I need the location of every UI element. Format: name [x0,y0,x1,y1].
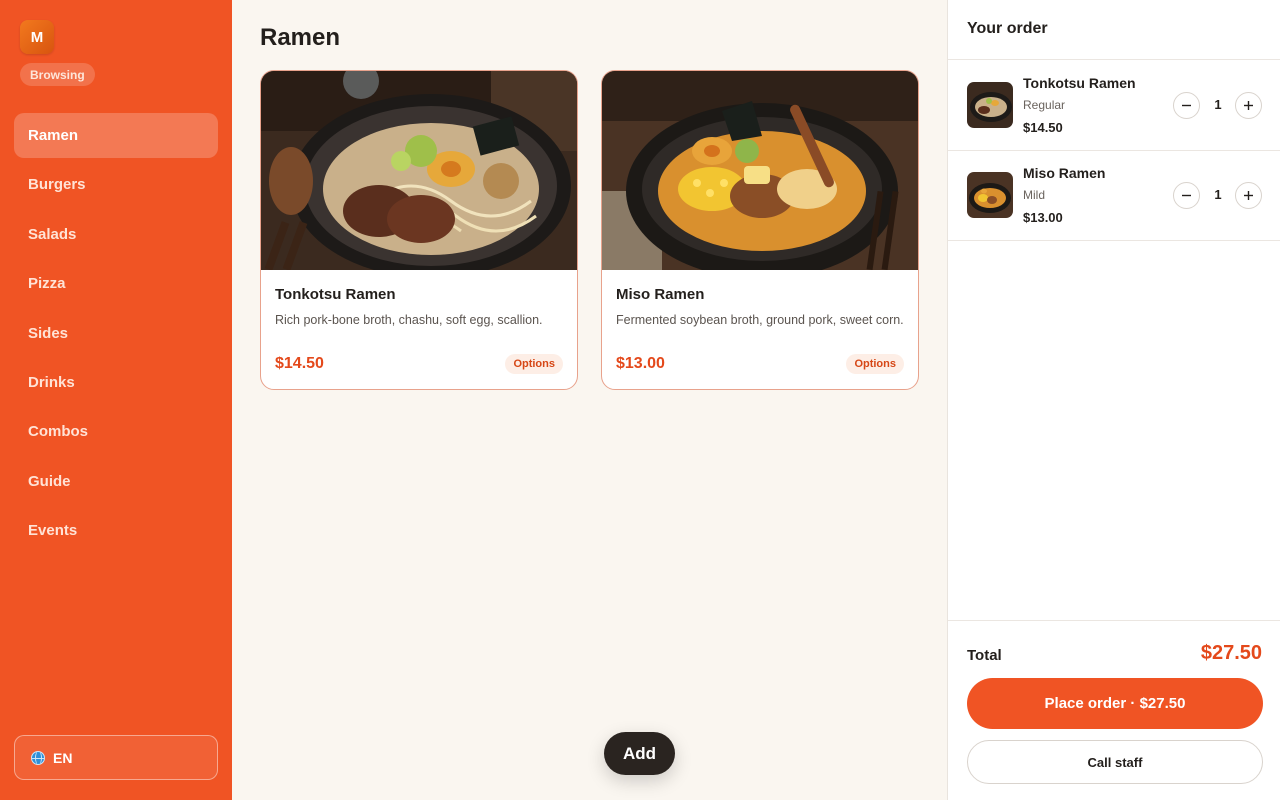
sidebar-item-ramen[interactable]: Ramen [14,113,218,158]
dish-image [602,71,918,270]
add-button[interactable]: Add [604,732,675,775]
sidebar-item-events[interactable]: Events [14,508,218,553]
order-item-name: Miso Ramen [1023,165,1106,181]
category-nav: Ramen Burgers Salads Pizza Sides Drinks … [14,113,218,558]
dish-price: $14.50 [275,355,324,372]
order-item-thumbnail [967,172,1013,218]
sidebar-item-drinks[interactable]: Drinks [14,360,218,405]
plus-icon [1244,191,1253,200]
quantity-value: 1 [1214,187,1222,202]
total-label: Total [967,647,1002,664]
globe-icon [31,750,45,765]
menu-main: Ramen Tonkotsu Ramen Rich pork-bone brot… [232,0,947,800]
divider [948,620,1280,621]
dish-image [261,71,577,270]
sidebar-item-combos[interactable]: Combos [14,409,218,454]
minus-icon [1182,194,1191,197]
increase-quantity-button[interactable] [1235,182,1262,209]
sidebar-item-pizza[interactable]: Pizza [14,261,218,306]
order-item: Miso Ramen Mild $13.00 1 [948,150,1280,241]
dish-name: Miso Ramen [616,286,705,303]
order-title: Your order [967,20,1048,37]
brand-logo[interactable]: M [20,20,54,54]
quantity-value: 1 [1214,97,1222,112]
plus-icon [1244,101,1253,110]
order-item: Tonkotsu Ramen Regular $14.50 1 [948,60,1280,151]
options-button[interactable]: Options [846,354,904,374]
sidebar-item-burgers[interactable]: Burgers [14,162,218,207]
sidebar-item-guide[interactable]: Guide [14,459,218,504]
dish-description: Rich pork-bone broth, chashu, soft egg, … [275,313,543,327]
sidebar-item-sides[interactable]: Sides [14,311,218,356]
order-item-price: $14.50 [1023,120,1063,135]
place-order-button[interactable]: Place order · $27.50 [967,678,1263,729]
order-item-variant: Mild [1023,188,1046,202]
call-staff-button[interactable]: Call staff [967,740,1263,784]
sidebar: M Browsing Ramen Burgers Salads Pizza Si… [0,0,232,800]
menu-card-miso[interactable]: Miso Ramen Fermented soybean broth, grou… [601,70,919,390]
order-item-price: $13.00 [1023,210,1063,225]
minus-icon [1182,104,1191,107]
increase-quantity-button[interactable] [1235,92,1262,119]
options-button[interactable]: Options [505,354,563,374]
dish-description: Fermented soybean broth, ground pork, sw… [616,313,904,327]
page-title: Ramen [260,24,341,51]
order-item-name: Tonkotsu Ramen [1023,75,1136,91]
decrease-quantity-button[interactable] [1173,182,1200,209]
sidebar-item-salads[interactable]: Salads [14,212,218,257]
decrease-quantity-button[interactable] [1173,92,1200,119]
language-label: EN [53,749,73,766]
dish-price: $13.00 [616,355,665,372]
order-panel: Your order Tonkotsu Ramen Regular $14.50… [947,0,1280,800]
order-item-thumbnail [967,82,1013,128]
order-item-variant: Regular [1023,98,1066,112]
menu-card-tonkotsu[interactable]: Tonkotsu Ramen Rich pork-bone broth, cha… [260,70,578,390]
language-button[interactable]: EN [14,735,218,780]
dish-name: Tonkotsu Ramen [275,286,396,303]
total-value: $27.50 [1200,642,1262,664]
status-badge: Browsing [20,63,95,86]
